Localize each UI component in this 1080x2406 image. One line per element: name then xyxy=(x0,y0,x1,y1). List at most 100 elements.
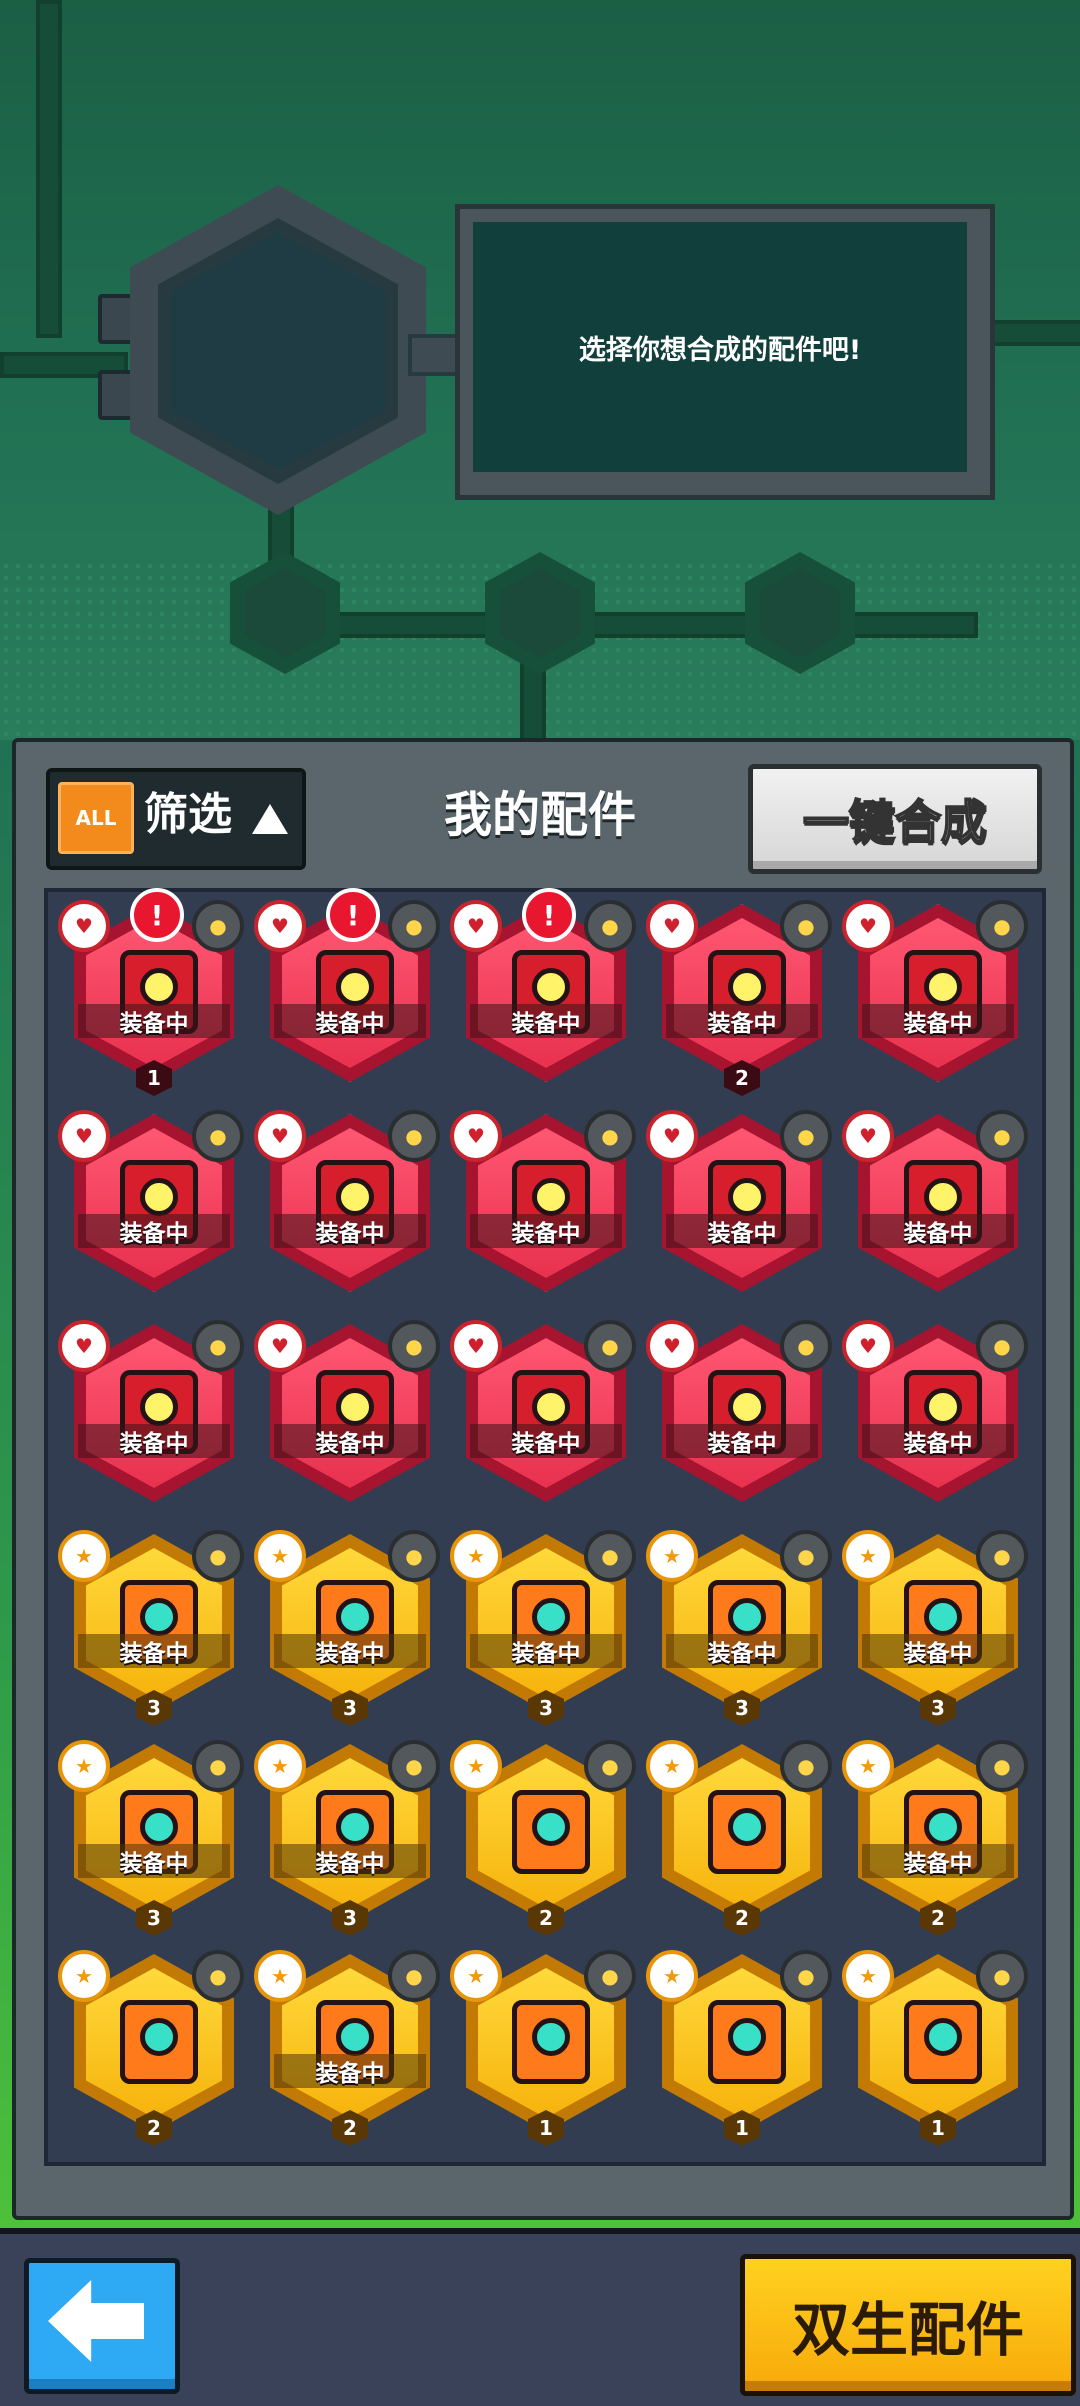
part-item[interactable]: 装备中 ♥ ● xyxy=(252,1316,442,1516)
equipped-label: 装备中 xyxy=(666,1004,818,1038)
rank-shield-icon: ♥ xyxy=(646,1320,698,1372)
rank-shield-icon: ★ xyxy=(58,1740,110,1792)
equipped-label: 装备中 xyxy=(78,1214,230,1248)
rank-shield-icon: ♥ xyxy=(450,1320,502,1372)
material-icon: ● xyxy=(584,900,636,952)
rank-shield-icon: ★ xyxy=(842,1530,894,1582)
robot-eye-icon xyxy=(140,968,178,1006)
part-item[interactable]: 装备中 ♥ ● xyxy=(448,1316,638,1516)
equipped-label: 装备中 xyxy=(470,1214,622,1248)
material-icon: ● xyxy=(584,1950,636,2002)
material-icon: ● xyxy=(584,1320,636,1372)
part-item[interactable]: 装备中 ♥ ● xyxy=(448,1106,638,1306)
material-icon: ● xyxy=(192,1530,244,1582)
part-item[interactable]: 装备中 ♥ ● xyxy=(840,896,1030,1096)
equipped-label: 装备中 xyxy=(862,1634,1014,1668)
merge-all-button[interactable]: 一键合成 xyxy=(748,764,1042,874)
robot-eye-icon xyxy=(532,968,570,1006)
rank-shield-icon: ♥ xyxy=(842,1110,894,1162)
rank-shield-icon: ♥ xyxy=(58,1110,110,1162)
robot-eye-icon xyxy=(140,1598,178,1636)
equipped-label: 装备中 xyxy=(470,1004,622,1038)
material-icon: ● xyxy=(192,1740,244,1792)
material-icon: ● xyxy=(584,1110,636,1162)
material-icon: ● xyxy=(584,1740,636,1792)
robot-eye-icon xyxy=(924,1808,962,1846)
robot-eye-icon xyxy=(924,2018,962,2056)
material-icon: ● xyxy=(976,900,1028,952)
part-item[interactable]: 装备中 ★ ● 3 xyxy=(252,1526,442,1726)
equipped-label: 装备中 xyxy=(274,1004,426,1038)
part-item[interactable]: ★ ● 2 xyxy=(448,1736,638,1936)
equipped-label: 装备中 xyxy=(274,1424,426,1458)
material-icon: ● xyxy=(976,1110,1028,1162)
robot-eye-icon xyxy=(140,2018,178,2056)
equipped-label: 装备中 xyxy=(666,1634,818,1668)
part-item[interactable]: 装备中 ♥ ● xyxy=(840,1316,1030,1516)
alert-badge: ! xyxy=(326,888,380,942)
equipped-label: 装备中 xyxy=(78,1424,230,1458)
rank-shield-icon: ♥ xyxy=(450,900,502,952)
rank-shield-icon: ♥ xyxy=(450,1110,502,1162)
robot-eye-icon xyxy=(336,1808,374,1846)
equipped-label: 装备中 xyxy=(862,1424,1014,1458)
rank-shield-icon: ★ xyxy=(254,1530,306,1582)
alert-badge: ! xyxy=(130,888,184,942)
rank-shield-icon: ♥ xyxy=(254,900,306,952)
part-item[interactable]: 装备中 ★ ● 3 xyxy=(56,1736,246,1936)
rank-shield-icon: ♥ xyxy=(58,1320,110,1372)
filter-all-badge: ALL xyxy=(58,782,134,854)
rank-shield-icon: ★ xyxy=(254,1740,306,1792)
part-item[interactable]: 装备中 ★ ● 3 xyxy=(56,1526,246,1726)
rank-shield-icon: ♥ xyxy=(58,900,110,952)
twin-parts-button[interactable]: 双生配件 xyxy=(740,2254,1076,2396)
part-item[interactable]: 装备中 ♥ ● 2 xyxy=(644,896,834,1096)
material-icon: ● xyxy=(780,900,832,952)
equipped-label: 装备中 xyxy=(78,1634,230,1668)
equipped-label: 装备中 xyxy=(274,2054,426,2088)
material-icon: ● xyxy=(192,900,244,952)
robot-eye-icon xyxy=(532,2018,570,2056)
material-icon: ● xyxy=(388,1950,440,2002)
robot-eye-icon xyxy=(728,1598,766,1636)
part-item[interactable]: 装备中 ★ ● 3 xyxy=(448,1526,638,1726)
part-item[interactable]: 装备中 ♥ ● xyxy=(644,1106,834,1306)
part-item[interactable]: 装备中 ♥ ● xyxy=(56,1106,246,1306)
robot-eye-icon xyxy=(924,968,962,1006)
part-item[interactable]: 装备中 ♥ ● xyxy=(644,1316,834,1516)
robot-eye-icon xyxy=(532,1598,570,1636)
part-item[interactable]: 装备中 ♥ ●! xyxy=(252,888,442,1096)
robot-eye-icon xyxy=(532,1178,570,1216)
part-item[interactable]: ★ ● 1 xyxy=(448,1946,638,2146)
part-item[interactable]: 装备中 ★ ● 3 xyxy=(252,1736,442,1936)
part-item[interactable]: 装备中 ♥ ● xyxy=(252,1106,442,1306)
rank-shield-icon: ♥ xyxy=(254,1110,306,1162)
part-item[interactable]: 装备中 ♥ ● xyxy=(840,1106,1030,1306)
equipped-label: 装备中 xyxy=(274,1634,426,1668)
rank-shield-icon: ★ xyxy=(450,1950,502,2002)
info-screen-text: 选择你想合成的配件吧! xyxy=(473,222,967,472)
robot-eye-icon xyxy=(336,968,374,1006)
rank-shield-icon: ★ xyxy=(58,1950,110,2002)
triangle-up-icon xyxy=(252,804,288,834)
material-icon: ● xyxy=(388,1740,440,1792)
part-item[interactable]: 装备中 ♥ ● xyxy=(56,1316,246,1516)
material-icon: ● xyxy=(976,1320,1028,1372)
pipe-top xyxy=(36,0,62,338)
part-item[interactable]: ★ ● 2 xyxy=(56,1946,246,2146)
equipped-label: 装备中 xyxy=(470,1634,622,1668)
material-icon: ● xyxy=(780,1950,832,2002)
robot-eye-icon xyxy=(728,1388,766,1426)
equipped-label: 装备中 xyxy=(862,1004,1014,1038)
equipped-label: 装备中 xyxy=(862,1214,1014,1248)
part-item[interactable]: 装备中 ★ ● 3 xyxy=(840,1526,1030,1726)
part-item[interactable]: 装备中 ★ ● 2 xyxy=(840,1736,1030,1936)
part-item[interactable]: 装备中 ★ ● 2 xyxy=(252,1946,442,2146)
part-item[interactable]: ★ ● 2 xyxy=(644,1736,834,1936)
part-item[interactable]: ★ ● 1 xyxy=(644,1946,834,2146)
part-item[interactable]: 装备中 ♥ ●! 1 xyxy=(56,888,246,1096)
part-item[interactable]: 装备中 ★ ● 3 xyxy=(644,1526,834,1726)
rank-shield-icon: ★ xyxy=(842,1950,894,2002)
part-item[interactable]: 装备中 ♥ ●! xyxy=(448,888,638,1096)
part-item[interactable]: ★ ● 1 xyxy=(840,1946,1030,2146)
